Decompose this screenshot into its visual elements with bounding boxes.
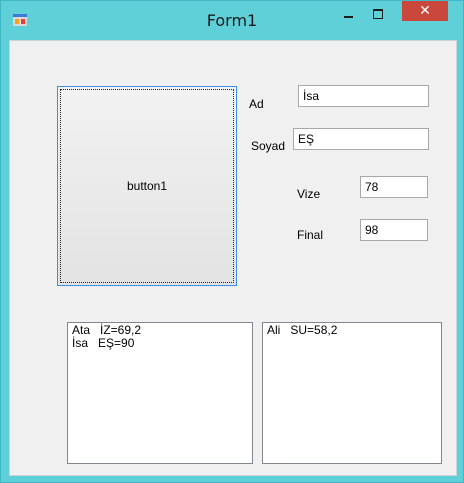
soyad-input[interactable] [293,128,429,150]
form-client-area: button1 Ad Soyad Vize Final Ata İZ=69,2 … [9,40,457,476]
list-item[interactable]: Ali SU=58,2 [267,324,437,337]
final-label: Final [297,228,324,242]
list-item[interactable]: İsa EŞ=90 [72,337,248,350]
ad-input[interactable] [298,85,429,107]
button1-label: button1 [126,179,168,193]
window-title: Form1 [206,11,258,30]
maximize-icon[interactable] [365,3,391,25]
title-bar[interactable]: Form1 ✕ [1,1,463,40]
final-input[interactable] [360,219,428,241]
ad-label: Ad [249,97,264,111]
vize-label: Vize [297,187,321,201]
right-listbox[interactable]: Ali SU=58,2 [262,322,442,464]
vize-input[interactable] [360,176,428,198]
close-icon[interactable]: ✕ [402,1,448,21]
soyad-label: Soyad [251,139,286,153]
button1[interactable]: button1 [57,86,237,286]
minimize-icon[interactable] [335,3,361,25]
left-listbox[interactable]: Ata İZ=69,2 İsa EŞ=90 [67,322,253,464]
form1-window: Form1 ✕ button1 Ad Soyad Vize Final Ata … [0,0,464,483]
